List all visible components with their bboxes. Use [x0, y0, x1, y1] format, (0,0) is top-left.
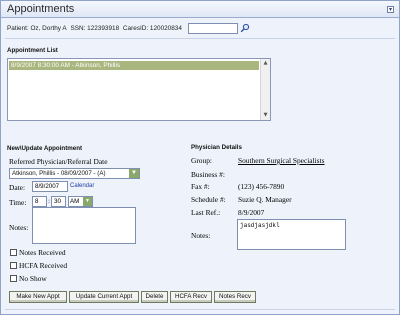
scrollbar[interactable]: ▲ ▼ [260, 59, 270, 120]
notes-received-label: Notes Received [19, 248, 66, 257]
patient-ssn: SSN: 122393918 [70, 25, 120, 32]
scroll-down-icon[interactable]: ▼ [261, 111, 270, 120]
referred-select[interactable]: Atkinson, Phillis - 08/09/2007 - (A) ▼ [9, 168, 140, 179]
search-input[interactable] [188, 23, 238, 34]
business-label: Business #: [191, 170, 225, 179]
last-ref-label: Last Ref.: [191, 208, 221, 217]
hcfa-recv-button[interactable]: HCFA Recv [170, 291, 212, 303]
group-value[interactable]: Southern Surgical Specialists [238, 156, 325, 165]
scroll-up-icon[interactable]: ▲ [261, 59, 270, 68]
calendar-link[interactable]: Calendar [70, 183, 94, 189]
search-icon[interactable] [240, 23, 250, 33]
notes-label: Notes: [9, 223, 29, 232]
chevron-down-icon[interactable]: ▼ [129, 169, 139, 178]
patient-info: Patient: Oz, Dorthy A SSN: 122393918 Car… [7, 25, 184, 32]
fax-value: (123) 456-7890 [238, 182, 285, 191]
update-section-label: New\Update Appointment [7, 145, 83, 152]
delete-button[interactable]: Delete [141, 291, 168, 303]
collapse-icon[interactable]: ▾ [387, 6, 394, 13]
titlebar: Appointments ▾ [1, 1, 399, 18]
update-current-appt-button[interactable]: Update Current Appt [69, 291, 139, 303]
list-item[interactable]: 8/9/2007 8:30:00 AM - Atkinson, Phillis [9, 61, 259, 70]
date-input[interactable]: 8/9/2007 [32, 181, 68, 192]
time-minute-input[interactable]: 30 [51, 196, 66, 207]
ampm-value: AM [70, 198, 80, 205]
hcfa-received-label: HCFA Received [19, 261, 68, 270]
time-colon: : [48, 198, 51, 205]
referred-label: Referred Physician/Referral Date [9, 157, 108, 166]
date-label: Date: [9, 183, 26, 192]
patient-name: Patient: Oz, Dorthy A [7, 25, 67, 32]
appointments-panel: Appointments ▾ Patient: Oz, Dorthy A SSN… [0, 0, 400, 315]
fax-label: Fax #: [191, 182, 210, 191]
hcfa-received-checkbox[interactable] [10, 262, 17, 269]
physician-details-label: Physician Details [191, 144, 242, 151]
time-hour-input[interactable]: 8 [32, 196, 47, 207]
divider [5, 309, 395, 310]
referred-value: Atkinson, Phillis - 08/09/2007 - (A) [12, 170, 106, 177]
physician-notes-textarea[interactable]: jasdjasjdkl [237, 219, 346, 250]
time-label: Time: [9, 198, 27, 207]
group-label: Group: [191, 156, 212, 165]
patient-caresid: CaresID: 120020834 [122, 25, 182, 32]
window-title: Appointments [7, 3, 75, 15]
make-new-appt-button[interactable]: Make New Appt [9, 291, 67, 303]
no-show-checkbox[interactable] [10, 275, 17, 282]
schedule-label: Schedule #: [191, 195, 226, 204]
ampm-select[interactable]: AM ▼ [68, 196, 93, 207]
last-ref-value: 8/9/2007 [238, 208, 265, 217]
notes-received-checkbox[interactable] [10, 249, 17, 256]
chevron-down-icon[interactable]: ▼ [83, 197, 92, 206]
appointment-list-label: Appointment List [7, 47, 58, 54]
notes-recv-button[interactable]: Notes Recv [214, 291, 256, 303]
divider [5, 38, 395, 39]
schedule-value: Suzie Q. Manager [238, 195, 292, 204]
no-show-label: No Show [19, 274, 47, 283]
physician-notes-label: Notes: [191, 231, 211, 240]
appointment-notes-textarea[interactable] [32, 207, 136, 244]
appointment-list[interactable]: 8/9/2007 8:30:00 AM - Atkinson, Phillis … [7, 58, 271, 121]
